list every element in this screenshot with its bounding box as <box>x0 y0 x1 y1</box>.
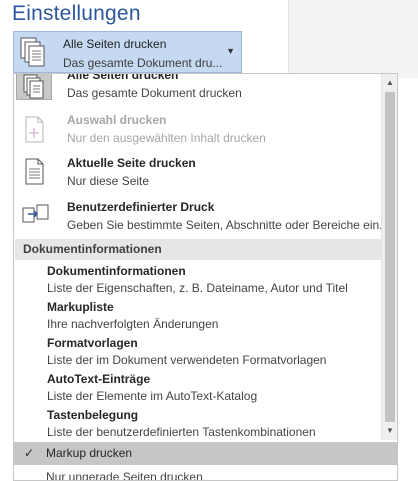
menu-item-title: AutoText-Einträge <box>47 372 151 386</box>
menu-item-subtitle: Nur diese Seite <box>67 174 150 188</box>
menu-item-selection: Auswahl drucken Nur den ausgewählten Inh… <box>14 112 382 148</box>
menu-list: Alle Seiten drucken Das gesamte Dokument… <box>14 74 382 440</box>
menu-item-subtitle: Das gesamte Dokument drucken <box>67 86 242 100</box>
menu-item-title: Auswahl drucken <box>67 113 167 127</box>
menu-item-autotext[interactable]: AutoText-Einträge Liste der Elemente im … <box>14 371 382 405</box>
current-page-icon <box>25 158 44 185</box>
menu-item-title: Tastenbelegung <box>47 408 139 422</box>
menu-scrollbar[interactable]: ▲ ▼ <box>381 74 397 440</box>
scroll-down-icon[interactable]: ▼ <box>385 426 395 435</box>
custom-print-icon <box>22 204 49 223</box>
menu-item-subtitle: Liste der im Dokument verwendeten Format… <box>47 353 327 367</box>
menu-item-title: Formatvorlagen <box>47 336 138 350</box>
menu-item-title: Alle Seiten drucken <box>67 74 179 82</box>
menu-item-odd-pages[interactable]: Nur ungerade Seiten drucken <box>46 470 203 480</box>
all-pages-icon <box>23 74 44 99</box>
scroll-thumb[interactable] <box>385 92 395 422</box>
dropdown-title: Alle Seiten drucken <box>63 37 167 51</box>
menu-item-all-pages[interactable]: Alle Seiten drucken Das gesamte Dokument… <box>14 74 382 104</box>
menu-item-document-info[interactable]: Dokumentinformationen Liste der Eigensch… <box>14 263 382 297</box>
menu-item-title: Dokumentinformationen <box>47 264 186 278</box>
selection-icon <box>25 116 44 143</box>
menu-item-subtitle: Geben Sie bestimmte Seiten, Abschnitte o… <box>67 218 382 232</box>
menu-item-title: Aktuelle Seite drucken <box>67 156 196 170</box>
menu-item-current-page[interactable]: Aktuelle Seite drucken Nur diese Seite <box>14 155 382 191</box>
menu-item-subtitle: Ihre nachverfolgten Änderungen <box>47 317 219 331</box>
section-title: Einstellungen <box>12 2 141 25</box>
menu-item-subtitle: Nur den ausgewählten Inhalt drucken <box>67 131 266 145</box>
menu-item-custom-print[interactable]: Benutzerdefinierter Druck Geben Sie best… <box>14 199 382 235</box>
chevron-down-icon: ▼ <box>226 46 235 56</box>
print-range-dropdown[interactable]: Alle Seiten drucken Das gesamte Dokument… <box>13 31 242 73</box>
scroll-up-icon[interactable]: ▲ <box>385 78 395 87</box>
checkmark-icon: ✓ <box>24 446 35 460</box>
menu-item-styles[interactable]: Formatvorlagen Liste der im Dokument ver… <box>14 335 382 369</box>
menu-item-subtitle: Liste der Elemente im AutoText-Katalog <box>47 389 258 403</box>
menu-item-title: Benutzerdefinierter Druck <box>67 200 215 214</box>
group-header-document-info: Dokumentinformationen <box>15 239 381 260</box>
menu-item-title: Markupliste <box>47 300 114 314</box>
dropdown-subtitle: Das gesamte Dokument dru... <box>63 56 223 70</box>
menu-item-print-markup[interactable]: ✓ Markup drucken <box>14 442 397 465</box>
menu-item-key-assignments[interactable]: Tastenbelegung Liste der benutzerdefinie… <box>14 407 382 440</box>
menu-item-markup-list[interactable]: Markupliste Ihre nachverfolgten Änderung… <box>14 299 382 333</box>
menu-item-subtitle: Liste der benutzerdefinierten Tastenkomb… <box>47 425 316 439</box>
menu-item-label: Markup drucken <box>46 446 133 460</box>
right-panel <box>288 0 418 78</box>
all-pages-icon <box>20 37 45 67</box>
print-range-menu: Alle Seiten drucken Das gesamte Dokument… <box>13 73 398 481</box>
menu-item-subtitle: Liste der Eigenschaften, z. B. Dateiname… <box>47 281 348 295</box>
